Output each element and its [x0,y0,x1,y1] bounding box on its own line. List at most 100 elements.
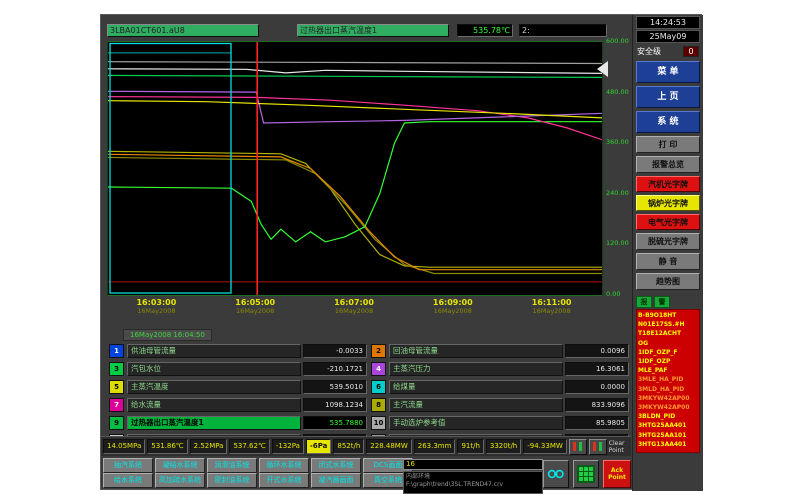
y-axis-label: 240.00 [606,189,629,197]
legend-pen-value: 539.5010 [303,380,367,394]
status-value-cell: 537.62℃ [229,439,269,454]
pen-toggle-icon[interactable] [569,439,587,455]
pen-toggle-icon[interactable] [589,439,607,455]
alarm-tag-item[interactable]: 3MKYW42AP00 [638,403,698,412]
legend-pen-label: 过热器出口蒸汽温度1 [127,416,301,430]
value-marker-triangle[interactable] [597,61,608,77]
sidebar-button-打印[interactable]: 打 印 [636,136,700,153]
sidebar-button-菜单[interactable]: 菜 单 [636,61,700,83]
trend-number-input[interactable]: 16 [403,459,543,470]
alarm-tag-item[interactable]: T18E12ACHT [638,329,698,338]
legend-pen-color-box: 9 [109,416,124,430]
tick-time-label: 16:05:00 [217,298,293,307]
alarm-tag-item[interactable]: 3MLD_HA_PID [638,385,698,394]
alarm-tag-item[interactable]: 3BLDN_PID [638,412,698,421]
legend-row[interactable]: 5主蒸汽温度539.5010 [109,380,367,394]
legend-pen-value: 85.9805 [565,416,629,430]
nav-button-给水系统[interactable]: 给水系统 [103,473,153,488]
legend-pen-label: 回油母管流量 [389,344,563,358]
legend-pen-color-box: 4 [371,362,386,376]
x-axis: 16:03:0016May200816:05:0016May200816:07:… [107,298,601,324]
zoom-selection-box[interactable] [110,44,231,294]
alarm-tag-item[interactable]: 3MLE_HA_PID [638,375,698,384]
legend-row[interactable]: 2回油母管流量0.0096 [371,344,629,358]
status-value-cell: 2.52MPa [190,439,228,454]
alarm-tag-item[interactable]: 1IDF_OZP_F [638,348,698,357]
alarm-tag-item[interactable]: 3HTG25AA401 [638,421,698,430]
nav-button-循环水系统[interactable]: 循环水系统 [259,458,309,473]
pen-group-field[interactable]: 2: [519,24,607,37]
nav-button-抽汽系统[interactable]: 抽汽系统 [103,458,153,473]
sidebar-button-静音[interactable]: 静 音 [636,253,700,270]
x-axis-tick: 16:03:0016May2008 [118,298,194,315]
sidebar-button-汽机光字牌[interactable]: 汽机光字牌 [636,176,700,192]
nav-button-润滑油系统[interactable]: 润滑油系统 [207,458,257,473]
nav-button-密封油系统[interactable]: 密封油系统 [207,473,257,488]
nav-button-开式水系统[interactable]: 开式水系统 [259,473,309,488]
pen-name-field[interactable]: 过热器出口蒸汽温度1 [297,24,449,37]
legend-pen-label: 给水流量 [127,398,301,412]
alarm-tab-报[interactable]: 报 [636,296,652,308]
sidebar-button-上页[interactable]: 上 页 [636,86,700,108]
nav-button-凝汽器画面[interactable]: 凝汽器画面 [311,473,361,488]
alarm-tag-item[interactable]: MLE_PAF [638,366,698,375]
legend-row[interactable]: 9过热器出口蒸汽温度1535.7880 [109,416,367,430]
sidebar-button-脱硫光字牌[interactable]: 脱硫光字牌 [636,233,700,250]
navigation-area: 抽汽系统凝结水系统润滑油系统循环水系统闭式水系统DCS画面 给水系统高加疏水系统… [101,458,631,491]
trace-主汽流量 [108,151,602,267]
cursor-timestamp: 16May2008 16:04:50 [123,329,212,341]
sidebar-button-趋势图[interactable]: 趋势图 [636,273,700,290]
tick-time-label: 16:09:00 [415,298,491,307]
clear-point-button[interactable]: Clear Point [609,440,633,454]
legend-row[interactable]: 7给水流量1098.1234 [109,398,367,412]
tick-date-label: 16May2008 [415,307,491,315]
sidebar-button-报警总览[interactable]: 报警总览 [636,156,700,173]
sidebar-button-电气光字牌[interactable]: 电气光字牌 [636,214,700,230]
alarm-tag-item[interactable]: N01E17SS.#H [638,320,698,329]
legend-pen-value: 0.0000 [565,380,629,394]
sidebar-button-锅炉光字牌[interactable]: 锅炉光字牌 [636,195,700,211]
legend-row[interactable]: 1供油母管流量-0.0033 [109,344,367,358]
trace-主蒸汽温度 [108,101,602,118]
pen-value-field: 535.78℃ [457,24,513,37]
alarm-tag-item[interactable]: OG [638,339,698,348]
legend-row[interactable]: 8主汽流量833.9096 [371,398,629,412]
alarm-tab-警[interactable]: 警 [654,296,670,308]
legend-pen-value: -0.0033 [303,344,367,358]
sidebar-button-系统[interactable]: 系 统 [636,111,700,133]
y-axis-label: 600.00 [606,37,629,45]
y-axis-label: 120.00 [606,239,629,247]
y-axis-label: 0.00 [606,290,620,298]
legend-pen-color-box: 5 [109,380,124,394]
legend-pen-label: 手动选炉参考值 [389,416,563,430]
legend-row[interactable]: 4主蒸汽压力16.3061 [371,362,629,376]
nav-button-凝结水系统[interactable]: 凝结水系统 [155,458,205,473]
nav-button-闭式水系统[interactable]: 闭式水系统 [311,458,361,473]
security-level-row: 安全级 0 [637,46,699,57]
legend-row[interactable]: 10手动选炉参考值85.9805 [371,416,629,430]
x-axis-tick: 16:07:0016May2008 [316,298,392,315]
grid-button[interactable] [573,460,599,488]
alarm-tag-item[interactable]: 3HTG13AA401 [638,440,698,449]
nav-button-高加疏水系统[interactable]: 高加疏水系统 [155,473,205,488]
x-axis-tick: 16:05:0016May2008 [217,298,293,315]
legend-pen-value: 833.9096 [565,398,629,412]
trend-plot-area[interactable] [107,41,603,296]
trace-过热器出口蒸汽温度1 [108,75,602,77]
legend-row[interactable]: 6给煤量0.0000 [371,380,629,394]
tick-date-label: 16May2008 [217,307,293,315]
link-button[interactable] [543,460,569,488]
status-value-cell: 852t/h [333,439,364,454]
alarm-tag-item[interactable]: 1IDF_OZP [638,357,698,366]
trend-window: 3LBA01CT601.aU8 过热器出口蒸汽温度1 535.78℃ 2: 60… [100,14,702,490]
link-icon [547,467,565,481]
alarm-tag-item[interactable]: B-B9O18HT [638,311,698,320]
alarm-tag-item[interactable]: 3HTG25AA101 [638,431,698,440]
alarm-tag-item[interactable]: 3MKYW42AP00 [638,394,698,403]
ack-point-button[interactable]: Ack Point [603,460,631,488]
legend-row[interactable]: 3汽包水位-210.1721 [109,362,367,376]
pen-tag-field[interactable]: 3LBA01CT601.aU8 [107,24,259,37]
legend-pen-value: 1098.1234 [303,398,367,412]
tick-time-label: 16:03:00 [118,298,194,307]
legend-pen-label: 主汽流量 [389,398,563,412]
